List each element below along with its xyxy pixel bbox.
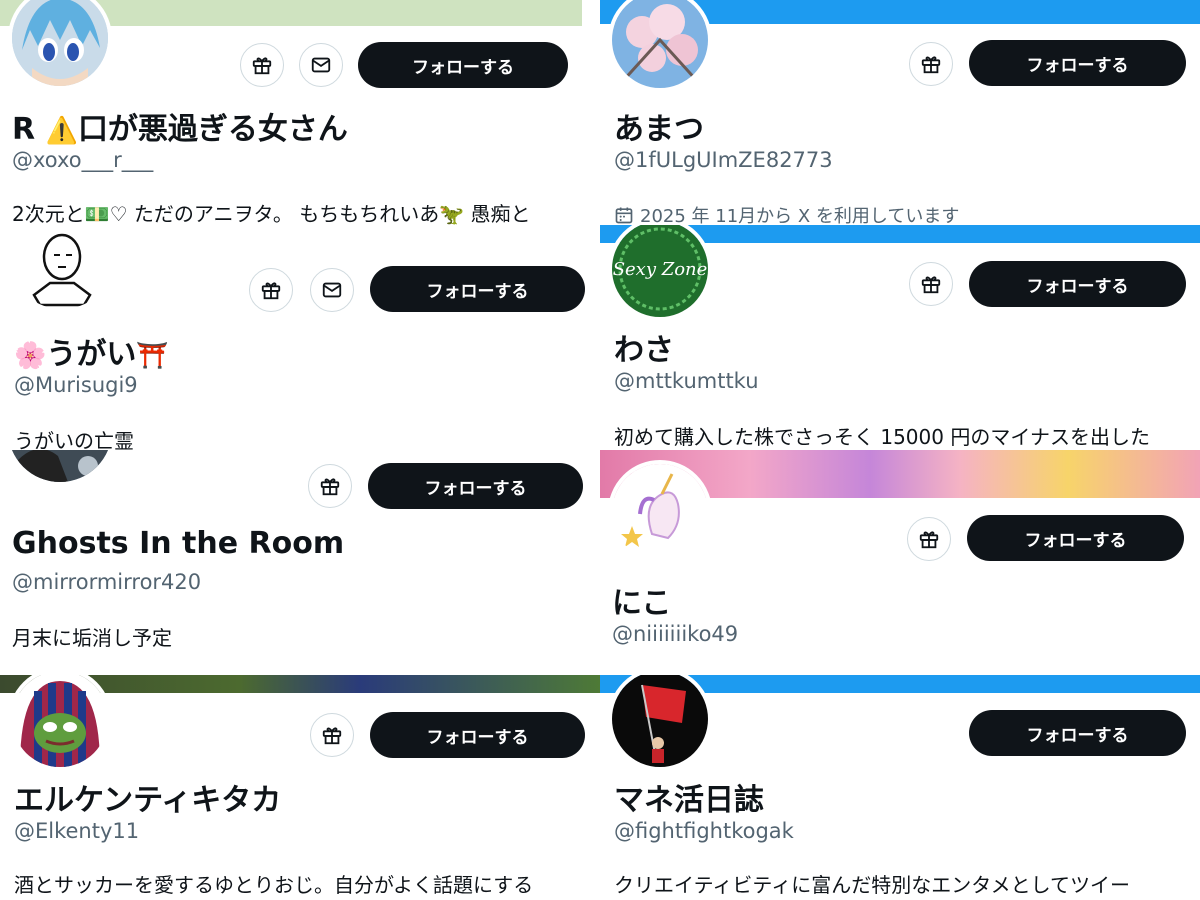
follow-button[interactable]: フォローする [358,42,568,88]
warning-icon: ⚠️ [45,116,78,146]
follow-button[interactable]: フォローする [969,261,1186,307]
follow-button[interactable]: フォローする [370,266,585,312]
gift-icon [261,282,281,300]
handle: @Murisugi9 [14,373,138,397]
gift-button[interactable] [240,43,284,87]
message-button[interactable] [299,43,343,87]
avatar[interactable] [10,225,114,313]
profile-card: フォローする 🌸うがい⛩️ @Murisugi9 うがいの亡霊 [0,225,600,450]
follow-button[interactable]: フォローする [969,40,1186,86]
profile-card: フォローする Ghosts In the Room @mirrormirror4… [0,450,600,675]
handle: @mttkumttku [614,369,759,393]
gift-button[interactable] [907,517,951,561]
display-name: あまつ [614,112,704,147]
join-date: 2025 年 11月から X を利用しています [614,202,959,225]
bio: クリエイティビティに富んだ特別なエンタメとしてツイー [614,873,1130,897]
shrine-gate-icon: ⛩️ [136,341,169,371]
profile-card: フォローする R ⚠️口が悪過ぎる女さん @xoxo___r___ 2次元と💵♡… [0,0,582,225]
handle: @mirrormirror420 [12,570,202,594]
avatar[interactable] [608,0,712,92]
handle: @1fULgUImZE82773 [614,148,833,172]
handle: @xoxo___r___ [12,148,154,172]
gift-icon [320,478,340,496]
avatar[interactable] [608,460,712,564]
follow-button[interactable]: フォローする [370,712,585,758]
bio: 初めて購入した株でさっそく 15000 円のマイナスを出した [614,425,1150,449]
bio: うがいの亡霊 [14,429,134,450]
profile-card: Sexy Zone フォローする わさ @mttkumttku 初めて購入した株… [600,225,1200,450]
money-icon: 💵 [84,202,110,225]
calendar-icon [615,207,633,224]
gift-button[interactable] [310,713,354,757]
gift-icon [322,727,342,745]
gift-button[interactable] [308,464,352,508]
gift-icon [921,276,941,294]
handle: @fightfightkogak [614,819,794,843]
profile-card: フォローする にこ @niiiiiiiko49 [600,450,1200,675]
svg-text:Sexy Zone: Sexy Zone [613,259,708,280]
envelope-icon [311,57,331,73]
follow-button[interactable]: フォローする [969,710,1186,756]
gift-button[interactable] [249,268,293,312]
bio: 2次元と💵♡ ただのアニヲタ。 もちもちれいあ🦖 愚痴と [12,202,531,225]
display-name: R ⚠️口が悪過ぎる女さん [12,112,348,147]
display-name: わさ [614,333,674,368]
gift-icon [919,531,939,549]
profile-card: フォローする マネ活日誌 @fightfightkogak クリエイティビティに… [600,675,1200,900]
envelope-icon [322,282,342,298]
profile-card: フォローする エルケンティキタカ @Elkenty11 酒とサッカーを愛するゆと… [0,675,600,900]
follow-button[interactable]: フォローする [967,515,1184,561]
profile-card: フォローする あまつ @1fULgUImZE82773 2025 年 11月から… [600,0,1200,225]
display-name: エルケンティキタカ [14,783,282,818]
dinosaur-icon: 🦖 [439,202,465,225]
display-name: Ghosts In the Room [12,526,345,561]
gift-icon [921,56,941,74]
gift-button[interactable] [909,262,953,306]
avatar[interactable] [8,450,112,482]
gift-icon [252,57,272,75]
display-name: マネ活日誌 [614,783,764,818]
gift-button[interactable] [909,42,953,86]
avatar[interactable] [8,675,112,771]
message-button[interactable] [310,268,354,312]
avatar[interactable] [8,0,112,90]
avatar[interactable]: Sexy Zone [608,225,712,321]
bio: 酒とサッカーを愛するゆとりおじ。自分がよく話題にする [14,873,534,897]
cherry-blossom-icon: 🌸 [14,341,47,371]
follow-button[interactable]: フォローする [368,463,583,509]
handle: @niiiiiiiko49 [612,622,739,646]
bio: 月末に垢消し予定 [12,626,172,650]
avatar[interactable] [608,675,712,771]
display-name: 🌸うがい⛩️ [14,337,169,372]
display-name: にこ [612,586,672,621]
handle: @Elkenty11 [14,819,140,843]
